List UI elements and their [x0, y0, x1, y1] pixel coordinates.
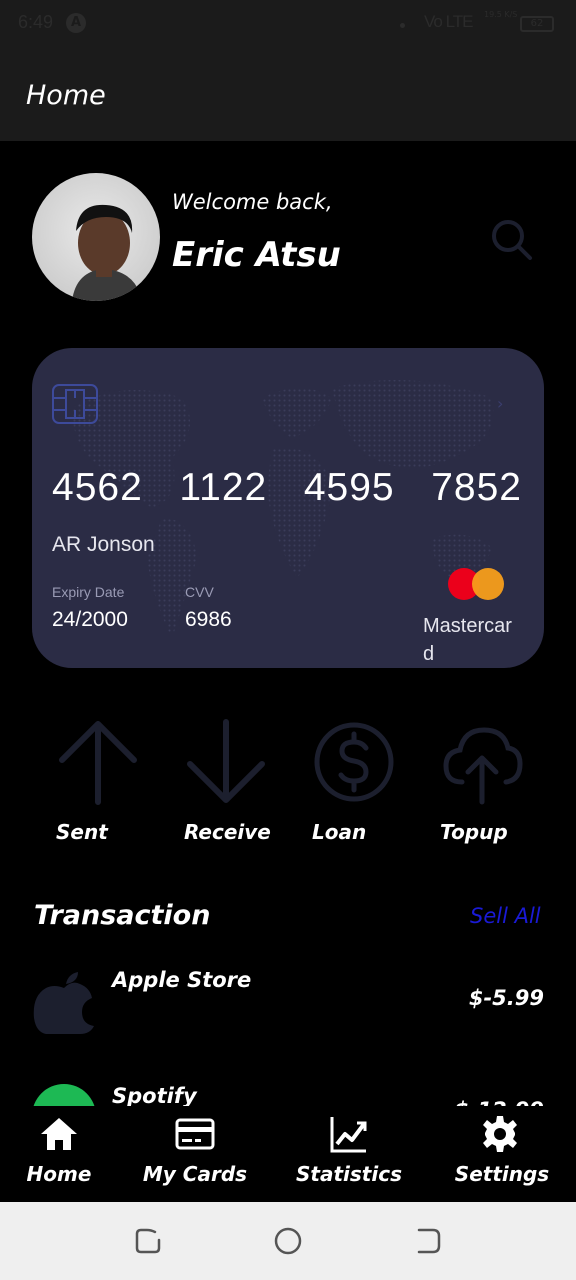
spotify-icon: [33, 1084, 95, 1106]
welcome-text: Welcome back,: [172, 190, 333, 214]
transaction-row[interactable]: Apple Store $-5.99: [0, 968, 576, 1058]
avatar[interactable]: [32, 173, 160, 301]
credit-card-icon: [175, 1118, 215, 1150]
network-speed: 19.5 K/S: [484, 10, 518, 19]
transaction-amount: $-12.99: [454, 1098, 544, 1106]
system-navigation-bar: [0, 1202, 576, 1280]
mastercard-logo-icon: [448, 568, 508, 602]
action-label: Sent: [56, 820, 108, 844]
arrow-down-icon: [187, 719, 265, 803]
mastercard-orange-circle: [472, 568, 504, 600]
see-all-link[interactable]: Sell All: [470, 904, 541, 928]
page-title: Home: [26, 80, 106, 111]
chip-icon: [52, 384, 98, 424]
gear-icon: [483, 1116, 517, 1152]
nav-label: Settings: [454, 1162, 550, 1186]
action-label: Receive: [184, 820, 271, 844]
expiry-value: 24/2000: [52, 608, 128, 631]
card-brand-label: Mastercard: [423, 615, 512, 665]
action-label: Topup: [440, 820, 508, 844]
transaction-name: Spotify: [112, 1084, 197, 1106]
nav-label: My Cards: [142, 1162, 248, 1186]
search-icon: [492, 220, 532, 260]
signal-indicator: Vo LTE: [424, 12, 473, 31]
expiry-label: Expiry Date: [52, 584, 125, 600]
apple-icon: [33, 972, 94, 1034]
user-name: Eric Atsu: [172, 235, 341, 275]
dollar-circle-icon: [314, 722, 394, 802]
sent-button[interactable]: Sent: [48, 718, 148, 858]
app-bar: Home: [0, 52, 576, 141]
back-icon[interactable]: [413, 1226, 443, 1256]
cloud-upload-icon: [443, 727, 523, 805]
status-time: 6:49: [18, 12, 54, 32]
transaction-name: Apple Store: [112, 968, 252, 992]
nav-item-home[interactable]: Home: [20, 1106, 98, 1202]
card-number-group: 1122: [179, 466, 268, 509]
topup-button[interactable]: Topup: [432, 718, 532, 858]
app-indicator-icon: A: [66, 13, 86, 33]
card-number-group: 7852: [431, 466, 522, 509]
search-button[interactable]: [486, 214, 536, 264]
nav-label: Home: [26, 1162, 92, 1186]
nav-label: Statistics: [296, 1162, 402, 1186]
nav-item-settings[interactable]: Settings: [450, 1106, 554, 1202]
cvv-value: 6986: [185, 608, 232, 631]
user-avatar-icon: [72, 204, 142, 301]
chart-line-icon: [330, 1117, 367, 1153]
receive-button[interactable]: Receive: [176, 718, 276, 858]
card-number-group: 4595: [303, 466, 395, 509]
transactions-title: Transaction: [34, 900, 211, 931]
bottom-navigation: Home My Cards Statistics Settings: [0, 1106, 576, 1202]
chevron-right-icon: ›: [497, 394, 504, 413]
card-holder-name: AR Jonson: [52, 533, 155, 556]
notification-dot-icon: [400, 23, 405, 28]
arrow-up-icon: [59, 721, 137, 805]
card-number: 4562 1122 4595 7852: [52, 466, 522, 510]
transaction-row[interactable]: Spotify $-12.99: [0, 1084, 576, 1106]
recents-icon[interactable]: [133, 1226, 163, 1256]
home-circle-icon[interactable]: [273, 1226, 303, 1256]
nav-item-my-cards[interactable]: My Cards: [140, 1106, 250, 1202]
nav-item-statistics[interactable]: Statistics: [294, 1106, 404, 1202]
battery-icon: 62: [520, 16, 554, 32]
status-bar: 6:49 A Vo LTE 19.5 K/S 62: [0, 0, 576, 52]
action-label: Loan: [312, 820, 367, 844]
card-number-group: 4562: [52, 466, 143, 509]
loan-button[interactable]: Loan: [304, 718, 404, 858]
cvv-label: CVV: [185, 584, 214, 600]
credit-card[interactable]: › 4562 1122 4595 7852 AR Jonson Expiry D…: [32, 348, 544, 668]
transaction-amount: $-5.99: [468, 986, 544, 1010]
home-icon: [41, 1118, 77, 1150]
